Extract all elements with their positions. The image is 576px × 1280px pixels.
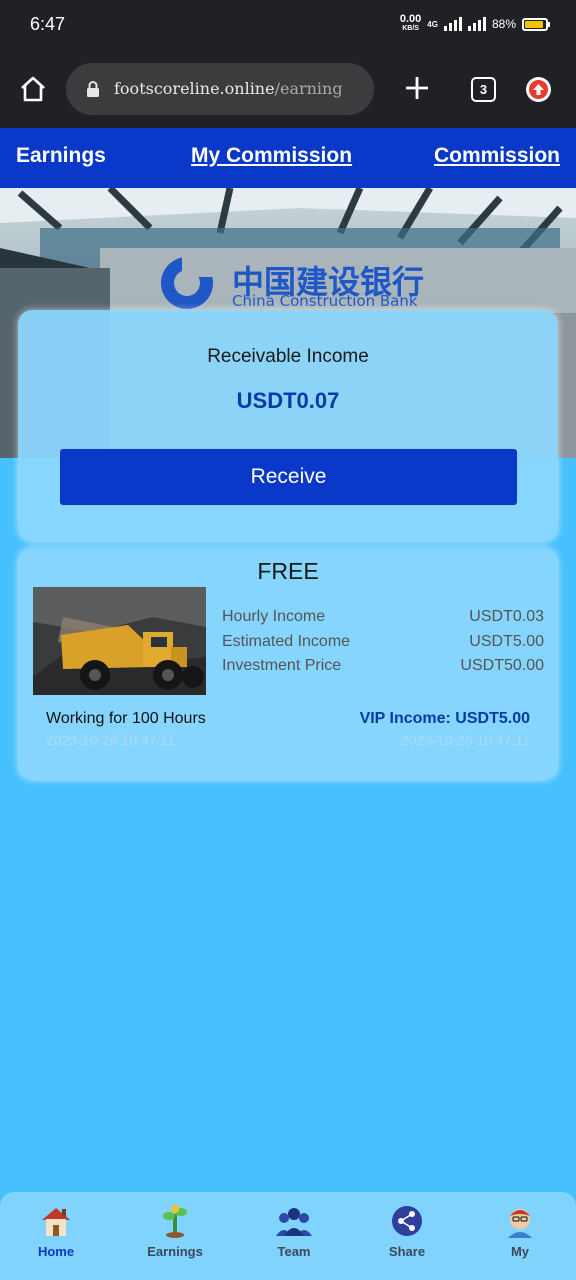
nav-earnings[interactable]: Earnings [16,144,106,168]
nav-commission[interactable]: Commission [434,144,560,168]
stat-estimated-income: Estimated Income USDT5.00 [222,633,544,651]
stat-hourly-income: Hourly Income USDT0.03 [222,608,544,626]
bottom-nav-team-label: Team [277,1244,311,1259]
stat-label: Hourly Income [222,608,326,625]
bottom-nav-share[interactable]: Share [367,1204,447,1259]
browser-toolbar: footscoreline.online/earning 3 [0,52,576,128]
new-tab-icon[interactable] [404,75,430,101]
network-speed-value: 0.00 [399,13,422,25]
money-plant-icon [163,1205,187,1238]
signal-icon-2 [467,17,486,31]
stat-value: USDT0.03 [469,608,544,625]
bottom-nav-share-label: Share [388,1244,426,1259]
share-icon [392,1206,422,1236]
team-icon [276,1208,312,1236]
receivable-income-amount: USDT0.07 [236,388,340,413]
url-text: footscoreline.online/earning [114,79,343,98]
vip-income: VIP Income: USDT5.00 [359,710,530,727]
product-title: FREE [257,558,319,584]
url-host: footscoreline.online [114,79,275,98]
stat-value: USDT5.00 [469,633,544,650]
lock-icon [86,81,100,97]
nav-my-commission[interactable]: My Commission [191,144,352,168]
bottom-nav-home-label: Home [37,1244,75,1259]
bottom-nav-my[interactable]: My [480,1204,560,1259]
working-hours: Working for 100 Hours [46,710,206,727]
status-bar: 6:47 0.00 KB/S 4G 88% [0,0,576,52]
address-bar[interactable]: footscoreline.online/earning [66,63,374,115]
bank-logo [161,257,213,309]
network-type: 4G [427,19,438,29]
top-nav: Earnings My Commission Commission [0,128,576,188]
product-card[interactable]: FREE Hourly Income USDT0.03 Estimated In… [18,548,558,780]
status-time: 6:47 [30,14,66,34]
bank-name-en: China Construction Bank [232,292,418,310]
stat-value: USDT50.00 [460,657,544,674]
tab-switcher-button[interactable]: 3 [471,77,496,102]
bottom-nav-home[interactable]: Home [16,1204,96,1259]
bottom-nav: Home Earnings Team Share My [0,1192,576,1280]
battery-icon [522,17,550,31]
bottom-nav-earnings-label: Earnings [147,1244,203,1259]
avatar-icon [508,1209,532,1238]
network-speed-unit: KB/S [402,25,419,32]
stat-label: Estimated Income [222,633,351,650]
receive-button[interactable]: Receive [60,449,517,505]
stat-investment-price: Investment Price USDT50.00 [222,657,544,675]
receivable-income-card: Receivable Income USDT0.07 Receive [18,310,558,542]
bottom-nav-my-label: My [510,1244,530,1259]
bottom-nav-team[interactable]: Team [254,1204,334,1259]
stat-label: Investment Price [222,657,342,674]
end-timestamp: 2023-10-26 10:47:11 [401,732,530,748]
receivable-income-label: Receivable Income [207,346,369,367]
status-indicators: 0.00 KB/S 4G 88% [400,14,550,34]
bottom-nav-earnings[interactable]: Earnings [135,1204,215,1259]
home-icon[interactable] [18,74,48,104]
signal-icon [443,17,462,31]
network-speed: 0.00 KB/S [400,14,421,34]
start-timestamp: 2023-10-26 10:47:11 [46,732,175,748]
mining-truck-image [33,587,206,695]
update-icon[interactable] [526,77,551,102]
url-path: /earning [274,79,343,98]
house-icon [42,1208,70,1236]
battery-percent: 88% [491,17,516,31]
